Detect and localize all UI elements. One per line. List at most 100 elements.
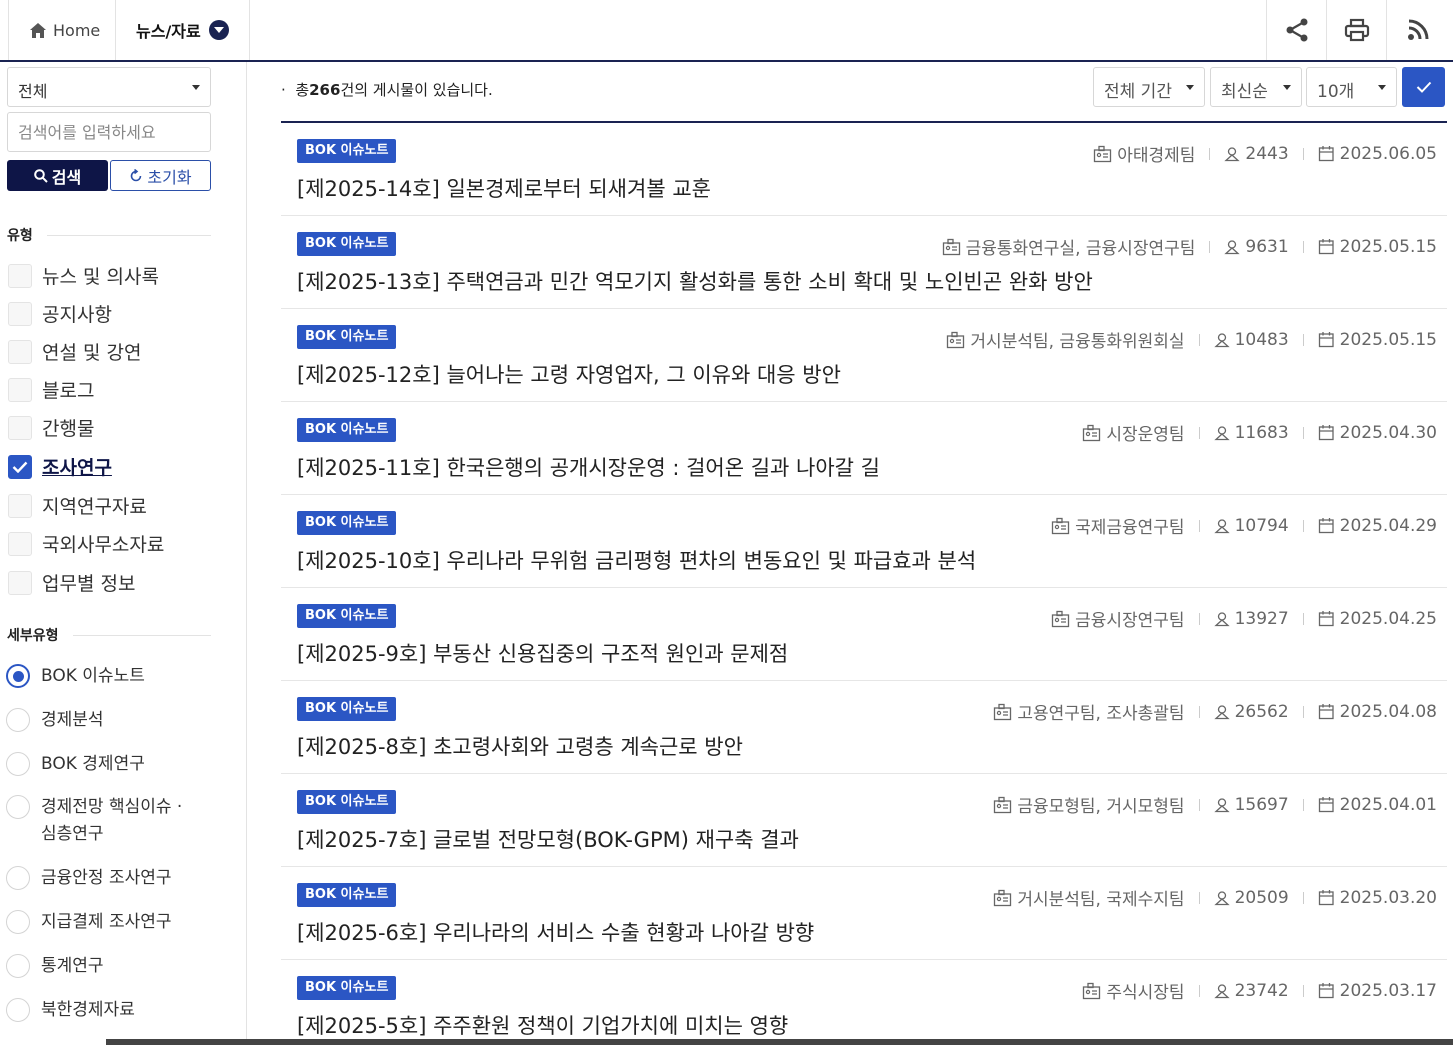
- apply-filter-button[interactable]: [1402, 67, 1445, 107]
- view-count: 23742: [1213, 981, 1289, 1001]
- sort-select[interactable]: 최신순: [1210, 67, 1302, 107]
- table-row[interactable]: BOK 이슈노트 아태경제팀 2443 2025.06.05 [제2025-14…: [281, 123, 1447, 216]
- table-row[interactable]: BOK 이슈노트 거시분석팀, 금융통화위원회실 10483 2025.05.1…: [281, 309, 1447, 402]
- post-meta: 금융통화연구실, 금융시장연구팀 9631 2025.05.15: [942, 234, 1437, 259]
- type-checkbox-news[interactable]: 뉴스 및 의사록: [8, 262, 159, 289]
- horizontal-scrollbar[interactable]: [106, 1039, 1453, 1045]
- radio-button[interactable]: [6, 752, 30, 776]
- table-row[interactable]: BOK 이슈노트 고용연구팀, 조사총괄팀 26562 2025.04.08 […: [281, 681, 1447, 774]
- caret-down-icon: [1378, 85, 1386, 90]
- post-title-link[interactable]: [제2025-7호] 글로벌 전망모형(BOK-GPM) 재구축 결과: [297, 824, 799, 854]
- radio-button[interactable]: [6, 998, 30, 1022]
- table-row[interactable]: BOK 이슈노트 금융시장연구팀 13927 2025.04.25 [제2025…: [281, 588, 1447, 681]
- post-title-link[interactable]: [제2025-10호] 우리나라 무위험 금리평형 편차의 변동요인 및 파급효…: [297, 545, 976, 575]
- print-button[interactable]: [1326, 0, 1386, 60]
- post-date: 2025.05.15: [1318, 237, 1437, 257]
- type-checkbox-publication[interactable]: 간행물: [8, 414, 94, 441]
- table-row[interactable]: BOK 이슈노트 금융모형팀, 거시모형팀 15697 2025.04.01 […: [281, 774, 1447, 867]
- share-button[interactable]: [1266, 0, 1326, 60]
- checkbox[interactable]: [8, 570, 32, 595]
- view-count: 10794: [1213, 516, 1289, 536]
- filter-sidebar: 전체 검색 초기화 유형 뉴스 및 의사록 공지사항 연설 및 강연 블로그 간…: [0, 62, 247, 1045]
- subtype-radio-outlook-core-issues[interactable]: 경제전망 핵심이슈 · 심층연구: [6, 794, 191, 848]
- top-navigation-bar: Home 뉴스/자료: [0, 0, 1453, 62]
- subtype-radio-statistics[interactable]: 통계연구: [6, 953, 191, 980]
- subtype-radio-payment-settlement[interactable]: 지급결제 조사연구: [6, 909, 191, 936]
- radio-button[interactable]: [6, 910, 30, 934]
- subtype-radio-economic-analysis[interactable]: 경제분석: [6, 707, 191, 734]
- category-badge: BOK 이슈노트: [297, 604, 397, 628]
- checkbox[interactable]: [8, 339, 32, 364]
- view-count-value: 15697: [1234, 794, 1289, 815]
- caret-down-icon: [1283, 85, 1291, 90]
- type-checkbox-speech[interactable]: 연설 및 강연: [8, 338, 141, 365]
- post-date: 2025.03.20: [1318, 888, 1437, 908]
- type-checkbox-research[interactable]: 조사연구: [8, 453, 112, 480]
- view-count-icon: [1213, 332, 1230, 347]
- page-size-select[interactable]: 10개: [1306, 67, 1397, 107]
- caret-down-icon: [1186, 85, 1194, 90]
- chevron-down-icon: [208, 20, 229, 40]
- table-row[interactable]: BOK 이슈노트 주식시장팀 23742 2025.03.17 [제2025-5…: [281, 960, 1447, 1045]
- subtype-radio-financial-stability[interactable]: 금융안정 조사연구: [6, 865, 191, 892]
- home-link[interactable]: Home: [8, 0, 116, 60]
- category-select[interactable]: 전체: [7, 67, 211, 107]
- post-title-link[interactable]: [제2025-12호] 늘어나는 고령 자영업자, 그 이유와 대응 방안: [297, 359, 841, 389]
- table-row[interactable]: BOK 이슈노트 금융통화연구실, 금융시장연구팀 9631 2025.05.1…: [281, 216, 1447, 309]
- radio-button[interactable]: [6, 664, 30, 688]
- view-count: 13927: [1213, 608, 1289, 629]
- checkbox[interactable]: [8, 415, 32, 440]
- period-select[interactable]: 전체 기간: [1093, 67, 1205, 107]
- subtype-radio-bok-issue-note[interactable]: BOK 이슈노트: [6, 663, 191, 690]
- type-checkbox-regional[interactable]: 지역연구자료: [8, 492, 147, 519]
- post-date: 2025.05.15: [1318, 330, 1437, 350]
- table-row[interactable]: BOK 이슈노트 국제금융연구팀 10794 2025.04.29 [제2025…: [281, 495, 1447, 588]
- rss-button[interactable]: [1386, 0, 1448, 60]
- checkbox[interactable]: [8, 377, 32, 402]
- radio-label: 지급결제 조사연구: [41, 912, 172, 932]
- subtype-radio-north-korea[interactable]: 북한경제자료: [6, 997, 191, 1024]
- post-title-link[interactable]: [제2025-8호] 초고령사회와 고령층 계속근로 방안: [297, 731, 743, 761]
- breadcrumb-menu[interactable]: 뉴스/자료: [116, 0, 250, 60]
- divider: [1302, 147, 1304, 160]
- view-count-icon: [1213, 518, 1230, 533]
- type-checkbox-blog[interactable]: 블로그: [8, 376, 94, 403]
- table-row[interactable]: BOK 이슈노트 시장운영팀 11683 2025.04.30 [제2025-1…: [281, 402, 1447, 495]
- checkbox[interactable]: [8, 263, 32, 288]
- post-title-link[interactable]: [제2025-6호] 우리나라의 서비스 수출 현황과 나아갈 방향: [297, 917, 814, 947]
- post-title-link[interactable]: [제2025-13호] 주택연금과 민간 역모기지 활성화를 통한 소비 확대 …: [297, 266, 1093, 296]
- checkbox[interactable]: [8, 301, 32, 326]
- radio-button[interactable]: [6, 708, 30, 732]
- type-checkbox-notice[interactable]: 공지사항: [8, 300, 112, 327]
- view-count-value: 13927: [1234, 608, 1289, 629]
- post-title-link[interactable]: [제2025-11호] 한국은행의 공개시장운영 : 걸어온 길과 나아갈 길: [297, 452, 880, 482]
- divider: [1198, 705, 1200, 718]
- type-checkbox-overseas[interactable]: 국외사무소자료: [8, 530, 164, 557]
- post-title-link[interactable]: [제2025-5호] 주주환원 정책이 기업가치에 미치는 영향: [297, 1010, 788, 1040]
- checkbox[interactable]: [8, 531, 32, 556]
- subtype-radio-bok-economic-research[interactable]: BOK 경제연구: [6, 751, 191, 778]
- search-input[interactable]: [7, 112, 211, 152]
- radio-button[interactable]: [6, 795, 30, 819]
- table-row[interactable]: BOK 이슈노트 거시분석팀, 국제수지팀 20509 2025.03.20 […: [281, 867, 1447, 960]
- calendar-icon: [1318, 518, 1334, 534]
- calendar-icon: [1318, 983, 1334, 999]
- calendar-icon: [1318, 704, 1334, 720]
- checkbox-label: 업무별 정보: [42, 573, 136, 595]
- category-badge: BOK 이슈노트: [297, 790, 397, 814]
- checkbox[interactable]: [8, 493, 32, 518]
- radio-button[interactable]: [6, 866, 30, 890]
- search-button[interactable]: 검색: [7, 160, 108, 191]
- post-title-link[interactable]: [제2025-14호] 일본경제로부터 되새겨볼 교훈: [297, 173, 711, 203]
- checkbox[interactable]: [8, 454, 32, 479]
- subtype-section-title: 세부유형: [7, 625, 211, 645]
- post-title-link[interactable]: [제2025-9호] 부동산 신용집중의 구조적 원인과 문제점: [297, 638, 788, 668]
- department: 아태경제팀: [1093, 141, 1195, 166]
- post-meta: 금융모형팀, 거시모형팀 15697 2025.04.01: [993, 792, 1437, 817]
- post-date: 2025.06.05: [1318, 144, 1437, 164]
- department-label: 아태경제팀: [1117, 146, 1196, 166]
- reset-button[interactable]: 초기화: [110, 160, 211, 191]
- type-checkbox-business-info[interactable]: 업무별 정보: [8, 569, 135, 596]
- post-date-value: 2025.03.20: [1339, 887, 1437, 908]
- radio-button[interactable]: [6, 954, 30, 978]
